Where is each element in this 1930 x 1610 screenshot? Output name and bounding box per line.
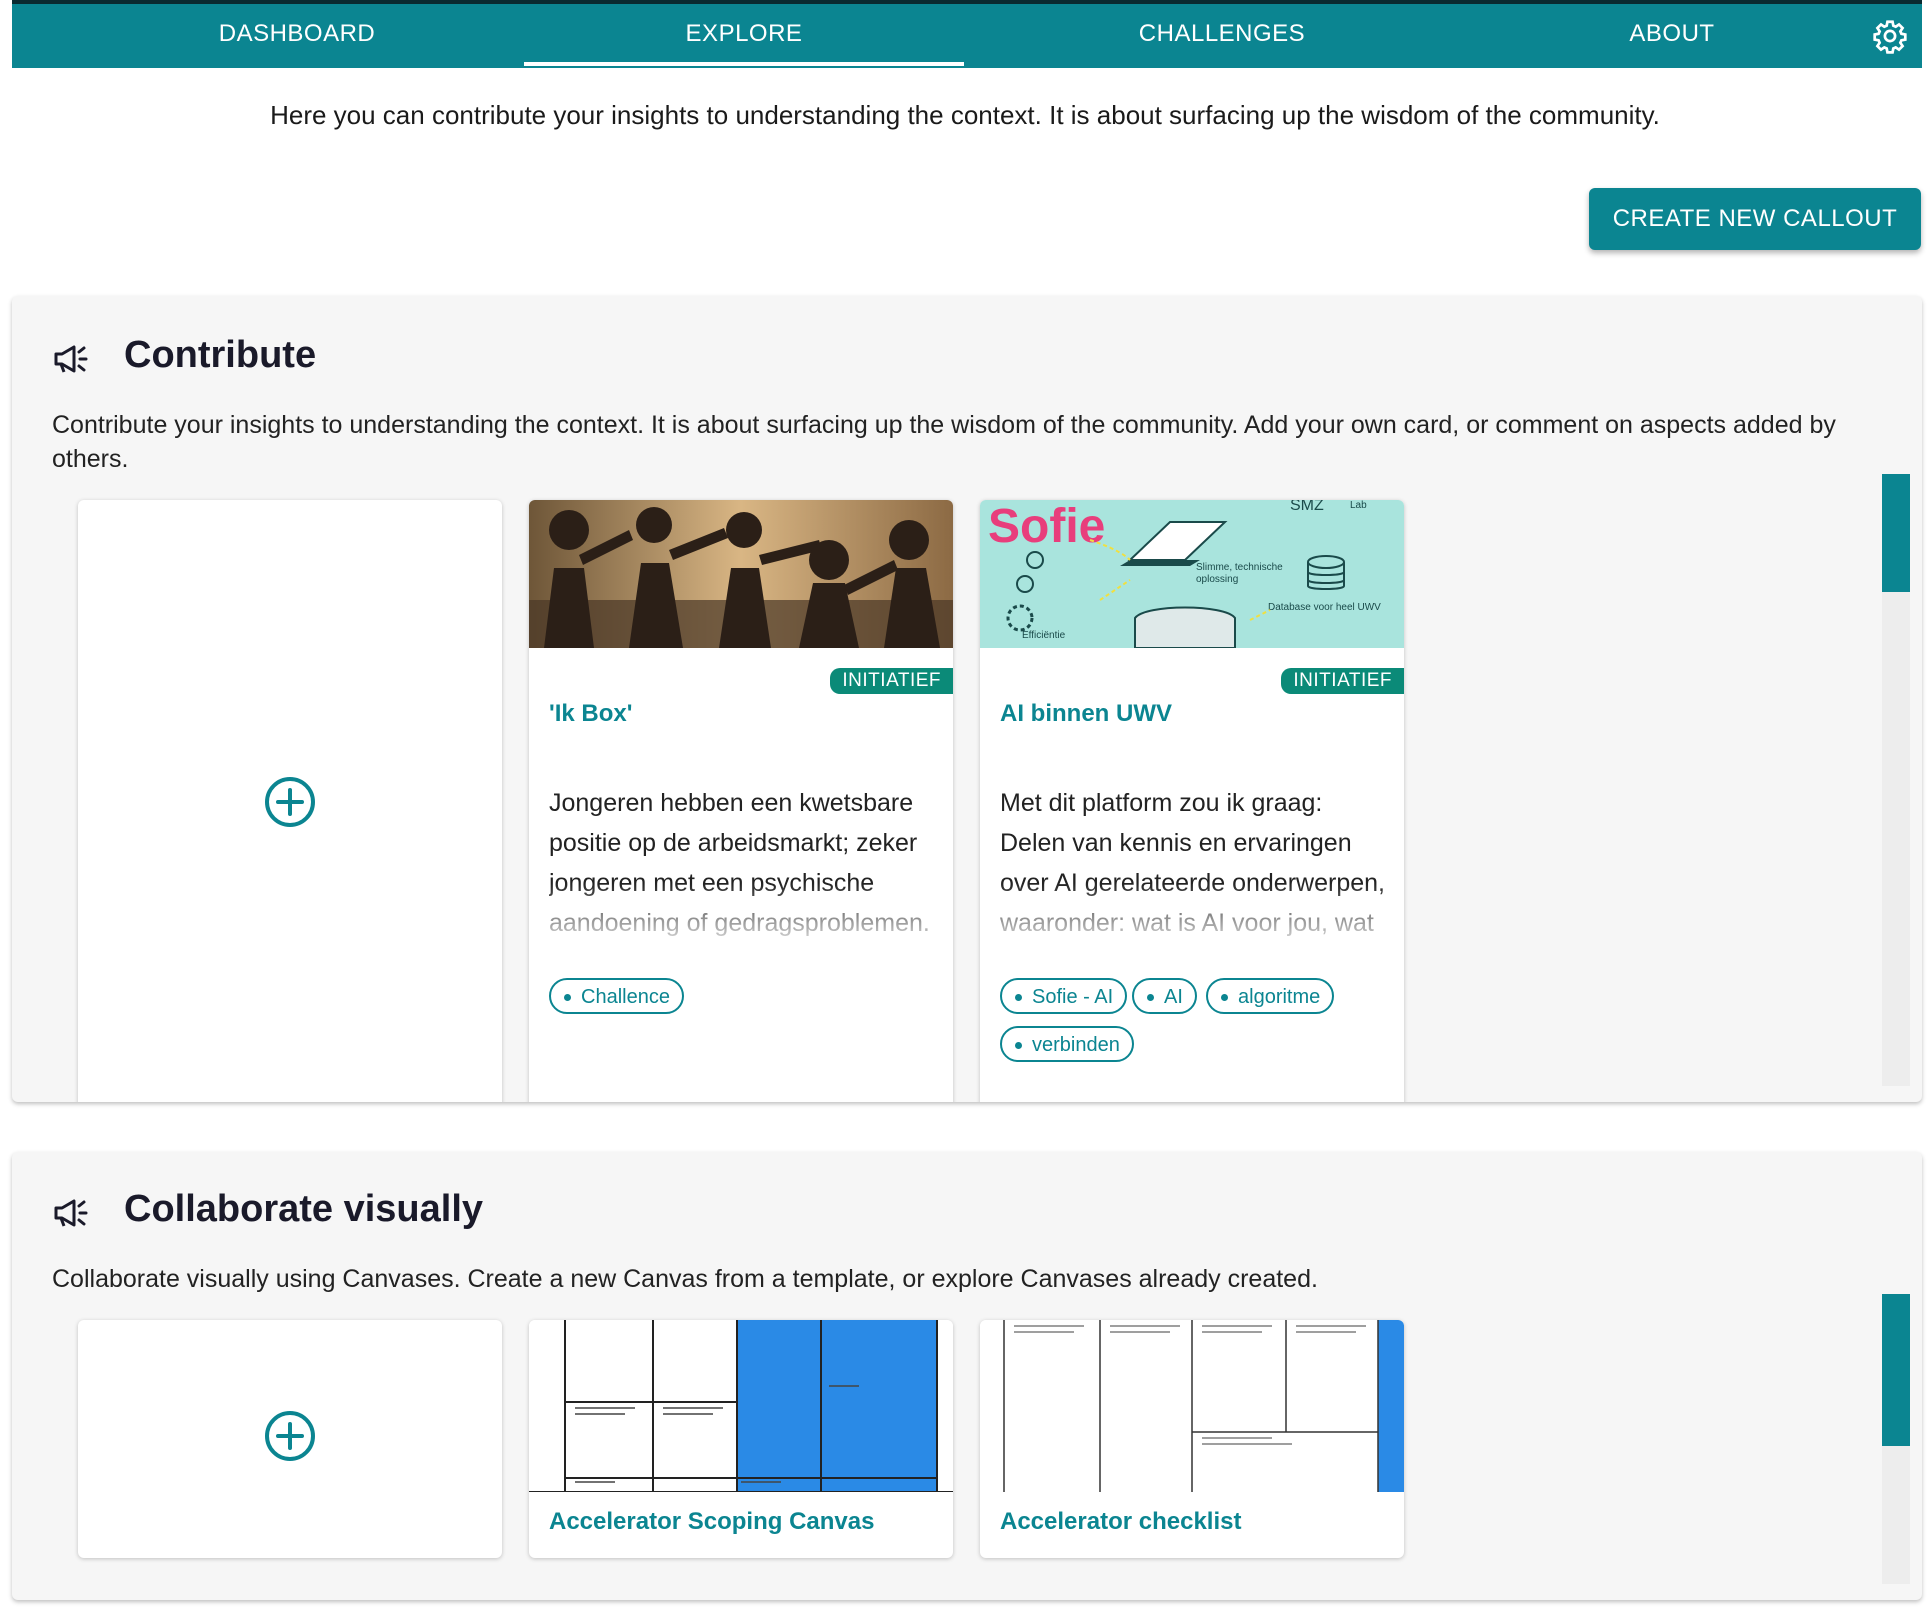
create-new-callout-button[interactable]: CREATE NEW CALLOUT (1589, 188, 1921, 250)
vertical-scrollbar[interactable] (1882, 1294, 1910, 1584)
image-label: Database voor heel UWV (1268, 602, 1381, 613)
plus-circle-icon[interactable] (264, 1410, 316, 1462)
section-description: Contribute your insights to understandin… (52, 411, 1836, 473)
plus-circle-icon[interactable] (264, 776, 316, 828)
tab-explore[interactable]: EXPLORE (524, 4, 964, 68)
tag-chip[interactable]: Sofie - AI (1000, 978, 1128, 1014)
text-fade (980, 883, 1404, 943)
card-title[interactable]: Accelerator checklist (1000, 1508, 1241, 1536)
gear-icon[interactable] (1872, 18, 1908, 54)
image-label: Slimme, technische (1196, 562, 1283, 573)
tag-chip[interactable]: verbinden (1000, 1026, 1134, 1062)
image-label: Lab (1350, 500, 1367, 511)
scrollbar-thumb[interactable] (1882, 1294, 1910, 1446)
card-image (529, 500, 953, 648)
tag-chip[interactable]: algoritme (1206, 978, 1335, 1014)
section-description: Collaborate visually using Canvases. Cre… (52, 1265, 1318, 1293)
status-badge: INITIATIEF (1281, 668, 1404, 694)
image-label: Efficiëntie (1022, 630, 1066, 641)
callout-card-ik-box[interactable]: INITIATIEF 'Ik Box' Jongeren hebben een … (529, 500, 953, 1102)
canvas-thumbnail (529, 1320, 953, 1492)
card-image: Sofie SMZ Lab Slimme, technische oplossi… (980, 500, 1404, 648)
top-navigation: DASHBOARD EXPLORE CHALLENGES ABOUT (12, 0, 1922, 68)
contribute-section: Contribute Contribute your insights to u… (12, 296, 1922, 1102)
tag-chip[interactable]: Challence (549, 978, 684, 1014)
canvas-card-checklist[interactable]: Accelerator checklist (980, 1320, 1404, 1558)
megaphone-icon (54, 345, 88, 373)
image-label: oplossing (1196, 574, 1238, 585)
section-title: Contribute (124, 334, 317, 376)
page-intro: Here you can contribute your insights to… (270, 100, 1660, 130)
megaphone-icon (54, 1199, 88, 1227)
tab-about[interactable]: ABOUT (1512, 4, 1832, 68)
sofie-logo-text: Sofie (988, 500, 1105, 553)
canvas-card-scoping[interactable]: Accelerator Scoping Canvas (529, 1320, 953, 1558)
tab-dashboard[interactable]: DASHBOARD (132, 4, 462, 68)
card-title[interactable]: 'Ik Box' (549, 700, 632, 728)
add-canvas-card[interactable] (78, 1320, 502, 1558)
scrollbar-thumb[interactable] (1882, 474, 1910, 592)
text-fade (529, 883, 953, 943)
image-label: SMZ (1290, 500, 1324, 514)
add-card[interactable] (78, 500, 502, 1102)
status-badge: INITIATIEF (830, 668, 953, 694)
section-title: Collaborate visually (124, 1188, 484, 1230)
card-title[interactable]: AI binnen UWV (1000, 700, 1172, 728)
canvas-thumbnail (980, 1320, 1404, 1492)
tag-chip[interactable]: AI (1132, 978, 1197, 1014)
collaborate-section: Collaborate visually Collaborate visuall… (12, 1152, 1922, 1600)
tab-challenges[interactable]: CHALLENGES (1022, 4, 1422, 68)
card-title[interactable]: Accelerator Scoping Canvas (549, 1508, 874, 1536)
vertical-scrollbar[interactable] (1882, 474, 1910, 1086)
callout-card-ai-binnen-uwv[interactable]: Sofie SMZ Lab Slimme, technische oplossi… (980, 500, 1404, 1102)
